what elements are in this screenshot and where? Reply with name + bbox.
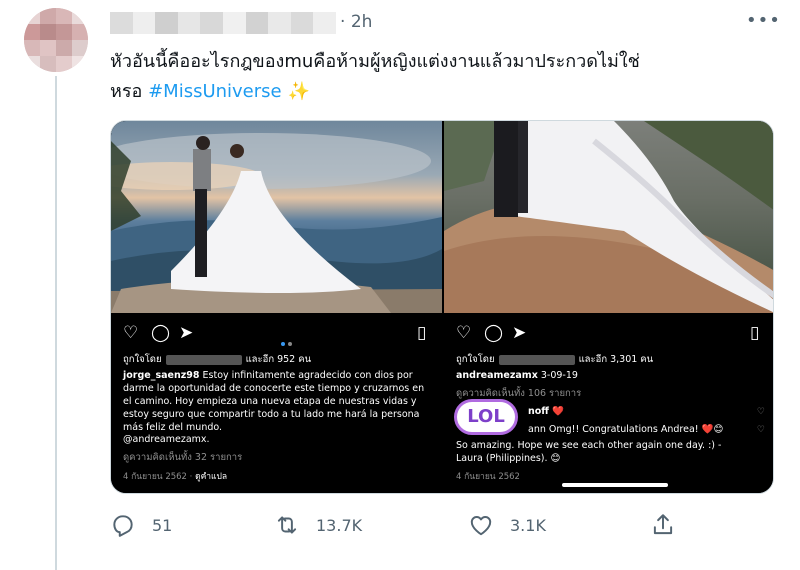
reply-icon [113, 515, 133, 537]
comment-1: noff ❤️ [528, 406, 564, 417]
heart-outline-icon: ♡ [456, 323, 472, 343]
retweet-count: 13.7K [316, 515, 363, 535]
wedding-photo-left [111, 121, 442, 313]
likes-line: ถูกใจโดย และอีก 3,301 คน [456, 354, 654, 365]
mention: @andreamezamx. [123, 434, 210, 445]
media-image-right[interactable]: ♡ ◯ ➤ ▯ ถูกใจโดย และอีก 3,301 คน andreame… [444, 121, 773, 493]
tweet-body-tail: หรอ [110, 81, 149, 102]
reply-button[interactable]: 51 [110, 512, 172, 538]
share-button[interactable] [650, 512, 692, 538]
send-icon: ➤ [179, 323, 194, 343]
wedding-photo-right [444, 121, 773, 313]
lol-sticker: LOL [454, 399, 518, 435]
instagram-action-bar: ♡ ◯ ➤ ▯ [123, 323, 433, 346]
heart-outline-icon: ♡ [123, 323, 139, 343]
avatar[interactable] [24, 8, 88, 72]
tweet-body: หัวอันนี้คืออะไรกฎของmuคือห้ามผู้หญิงแต่… [110, 51, 640, 72]
media-grid[interactable]: ♡ ◯ ➤ ▯ ถูกใจโดย และอีก 952 คน jorge_saen… [110, 120, 774, 494]
tweet-text: หัวอันนี้คืออะไรกฎของmuคือห้ามผู้หญิงแต่… [110, 47, 750, 107]
bookmark-icon: ▯ [417, 323, 427, 343]
heart-icon [470, 516, 492, 536]
media-image-left[interactable]: ♡ ◯ ➤ ▯ ถูกใจโดย และอีก 952 คน jorge_saen… [111, 121, 442, 493]
likes-line: ถูกใจโดย และอีก 952 คน [123, 354, 312, 365]
more-horizontal-icon[interactable]: ••• [746, 10, 781, 31]
share-icon [653, 514, 673, 535]
retweet-button[interactable]: 13.7K [274, 512, 362, 538]
comment-like-icon: ♡ [756, 425, 765, 435]
like-button[interactable]: 3.1K [468, 512, 546, 538]
reply-count: 51 [152, 515, 173, 535]
like-count: 3.1K [510, 515, 546, 535]
author-name-redacted[interactable] [110, 12, 336, 34]
comment-icon: ◯ [484, 323, 504, 343]
comment-2: ann Omg!! Congratulations Andrea! ❤️😊 [528, 424, 724, 435]
hashtag-link[interactable]: #MissUniverse [148, 81, 282, 102]
caption: andreamezamx 3-09-19 [456, 370, 578, 381]
tweet-actions: 51 13.7K 3.1K [110, 512, 760, 540]
thread-line [55, 76, 57, 570]
bookmark-icon: ▯ [750, 323, 760, 343]
post-date: 4 กันยายน 2562 [456, 472, 520, 482]
comment-3: So amazing. Hope we see each other again… [456, 440, 722, 464]
sparkle-icon: ✨ [287, 81, 311, 102]
instagram-action-bar: ♡ ◯ ➤ ▯ [456, 323, 766, 345]
caption: jorge_saenz98 Estoy infinitamente agrade… [123, 370, 425, 433]
view-comments: ดูความคิดเห็นทั้ง 32 รายการ [123, 452, 243, 463]
post-date: 4 กันยายน 2562 · ดูคำแปล [123, 472, 228, 482]
send-icon: ➤ [512, 323, 527, 343]
tweet-timestamp[interactable]: · 2h [340, 12, 372, 32]
comment-like-icon: ♡ [756, 407, 765, 417]
home-indicator [562, 483, 668, 487]
comment-icon: ◯ [151, 323, 171, 343]
carousel-dots [281, 331, 295, 350]
retweet-icon [277, 516, 297, 534]
